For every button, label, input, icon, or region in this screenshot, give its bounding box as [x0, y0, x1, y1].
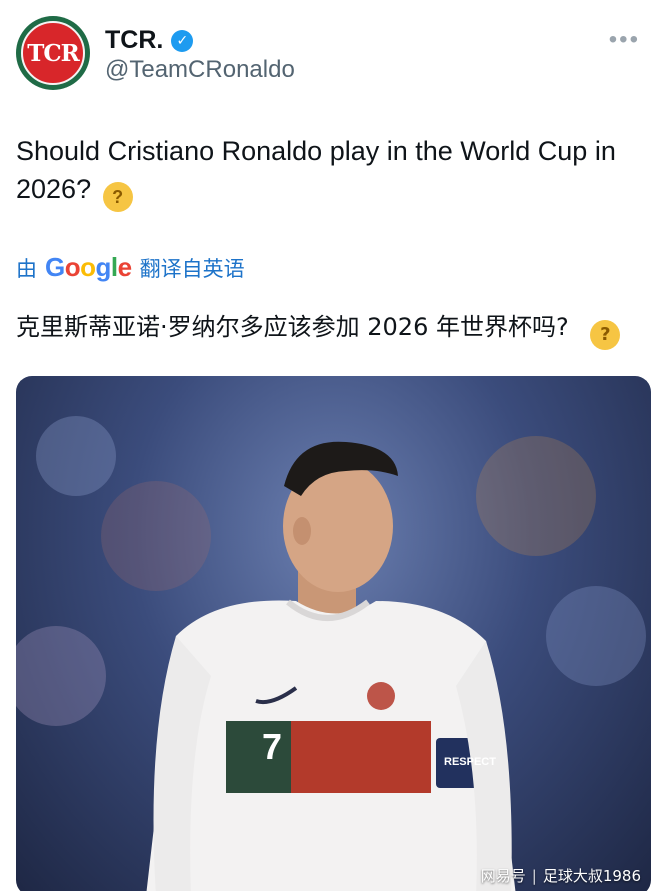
tweet-card: TCR TCR. ✓ @TeamCRonaldo ••• Should Cris…: [0, 0, 660, 891]
verified-badge-icon: ✓: [171, 29, 194, 52]
watermark-source: 网易号: [480, 867, 526, 885]
watermark-author: 足球大叔1986: [542, 867, 641, 885]
avatar[interactable]: TCR: [16, 16, 90, 90]
thinking-face-icon: ?: [590, 320, 621, 350]
google-logo: Google: [45, 252, 132, 282]
translation-suffix[interactable]: 翻译自英语: [140, 253, 245, 283]
thinking-face-icon: ?: [102, 182, 133, 212]
more-options-icon[interactable]: •••: [609, 26, 640, 54]
avatar-logo-text: TCR: [27, 39, 80, 67]
watermark-separator: |: [531, 866, 537, 885]
translated-text-content: 克里斯蒂亚诺·罗纳尔多应该参加 2026 年世界杯吗?: [16, 313, 569, 341]
tweet-photo[interactable]: 7 RESPECT 网易号 | 足球大叔1986: [16, 376, 651, 891]
jersey-number: 7: [262, 726, 283, 767]
armband-text: RESPECT: [444, 756, 496, 768]
player-illustration: [16, 416, 646, 891]
avatar-logo: TCR: [21, 21, 85, 85]
display-name-row[interactable]: TCR. ✓: [105, 26, 194, 55]
translation-prefix: 由: [16, 257, 37, 281]
watermark: 网易号 | 足球大叔1986: [481, 865, 641, 886]
translation-attribution[interactable]: 由 Google 翻译自英语: [16, 252, 245, 283]
tweet-text: Should Cristiano Ronaldo play in the Wor…: [16, 132, 650, 212]
translated-text: 克里斯蒂亚诺·罗纳尔多应该参加 2026 年世界杯吗? ?: [16, 310, 650, 350]
display-name[interactable]: TCR.: [105, 26, 163, 55]
user-handle[interactable]: @TeamCRonaldo: [105, 56, 295, 84]
